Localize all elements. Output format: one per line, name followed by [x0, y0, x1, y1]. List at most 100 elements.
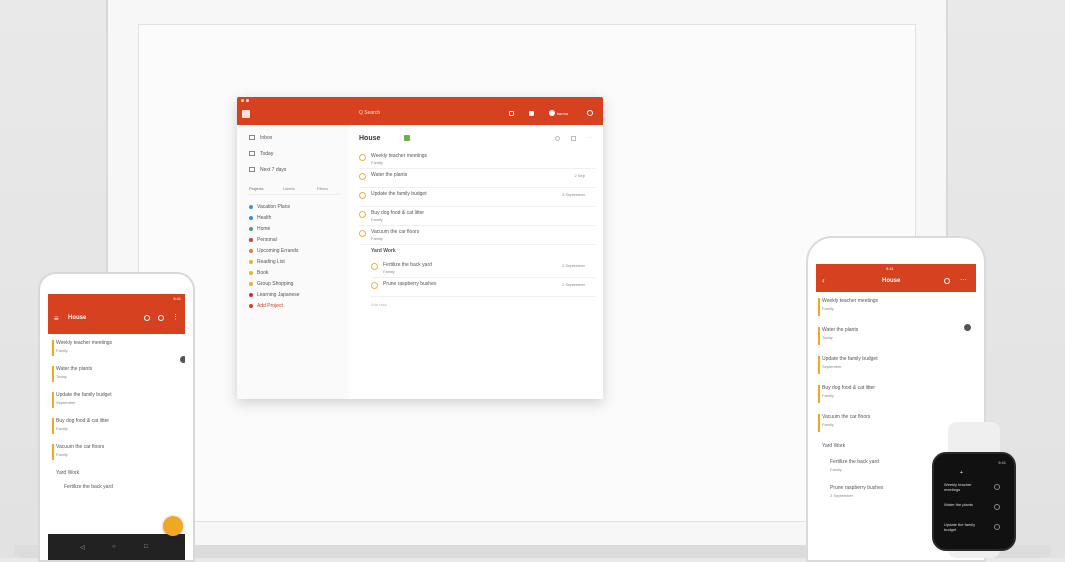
task-row[interactable]: Water the plants 2 Sep	[359, 172, 595, 188]
more-icon[interactable]: ⋮	[172, 314, 179, 321]
karma-icon[interactable]	[549, 110, 555, 116]
tab-projects[interactable]: Projects	[249, 186, 263, 191]
sidebar-tabs: Projects Labels Filters	[247, 185, 339, 195]
task-sub: Today	[822, 335, 833, 340]
hamburger-icon[interactable]: ≡	[54, 314, 59, 323]
task-sub: Family	[56, 452, 68, 457]
android-status-time: 9:41	[173, 296, 181, 301]
watch-task-title: Update the family budget	[944, 522, 976, 532]
comment-icon[interactable]	[555, 136, 560, 141]
comment-icon[interactable]	[944, 278, 950, 284]
task-checkbox[interactable]	[359, 154, 366, 161]
watch-task-row[interactable]: Update the family budget	[944, 522, 1006, 538]
watch-task-row[interactable]: Water the plants	[944, 502, 1006, 518]
more-icon[interactable]: ⋯	[960, 276, 967, 284]
sidebar-project-item[interactable]: Group Shopping	[249, 280, 341, 289]
sidebar-project-item[interactable]: Home	[249, 225, 341, 234]
task-title: Update the family budget	[822, 356, 878, 362]
task-row[interactable]: Update the family budget September	[818, 356, 972, 380]
task-row[interactable]: Weekly teacher meetings Family	[359, 153, 595, 169]
task-checkbox[interactable]	[359, 230, 366, 237]
karma-label: karma	[557, 111, 569, 116]
task-checkbox[interactable]	[371, 282, 378, 289]
task-priority-bar	[818, 327, 820, 345]
search-field[interactable]: Q Search	[359, 110, 380, 116]
home-icon[interactable]: ○	[112, 544, 116, 550]
task-title: Buy dog food & cat litter	[371, 210, 425, 216]
task-priority-bar	[818, 356, 820, 374]
back-icon[interactable]: ◁	[80, 544, 85, 551]
task-date: 2 September	[562, 263, 585, 268]
task-title[interactable]: Fertilize the back yard	[64, 484, 113, 490]
task-row[interactable]: Vacuum the car floors Family	[52, 444, 180, 464]
settings-icon[interactable]	[587, 110, 593, 116]
project-color-dot	[249, 249, 253, 253]
project-color-dot	[249, 205, 253, 209]
task-row[interactable]: Update the family budget 3 September	[359, 191, 595, 207]
bell-icon[interactable]	[529, 111, 534, 116]
more-icon[interactable]: ⋯	[587, 136, 592, 141]
tab-labels[interactable]: Labels	[283, 186, 295, 191]
task-sub: Family	[822, 306, 834, 311]
sidebar-project-item[interactable]: Vacation Plans	[249, 203, 341, 212]
task-row[interactable]: Vacuum the car floors Family	[359, 229, 595, 245]
watch-add-icon[interactable]: +	[960, 470, 963, 476]
task-checkbox[interactable]	[359, 211, 366, 218]
android-phone: 9:41 ≡ House ⋮ Weekly teacher meetings Fa…	[38, 272, 195, 562]
sidebar-item-label: Next 7 days	[260, 167, 287, 173]
sidebar-project-item[interactable]: Reading List	[249, 258, 341, 267]
task-row[interactable]: Weekly teacher meetings Family	[52, 340, 180, 360]
task-checkbox[interactable]	[359, 173, 366, 180]
task-checkbox[interactable]	[359, 192, 366, 199]
task-divider	[371, 296, 595, 297]
section-title: Yard Work	[56, 470, 80, 476]
watch-task-checkbox[interactable]	[994, 484, 1000, 490]
inbox-icon	[249, 135, 255, 140]
comment-icon[interactable]	[158, 315, 164, 321]
ios-title: House	[882, 278, 901, 284]
watch-task-checkbox[interactable]	[994, 504, 1000, 510]
person-icon[interactable]	[571, 136, 576, 141]
task-row[interactable]: Buy dog food & cat litter Family	[359, 210, 595, 226]
sidebar-project-item[interactable]: Upcoming Errands	[249, 247, 341, 256]
project-title: House	[359, 135, 381, 142]
task-title: Vacuum the car floors	[822, 414, 871, 420]
project-color-dot	[249, 271, 253, 275]
menu-icon[interactable]	[242, 110, 250, 118]
task-row[interactable]: Weekly teacher meetings Family	[818, 298, 972, 322]
add-task-link[interactable]: Add task	[371, 302, 387, 307]
task-row[interactable]: Update the family budget September	[52, 392, 180, 412]
task-row[interactable]: Prune raspberry bushes 2 September	[371, 281, 595, 297]
watch-task-checkbox[interactable]	[994, 524, 1000, 530]
sidebar-project-item[interactable]: Book	[249, 269, 341, 278]
recents-icon[interactable]: □	[144, 544, 148, 550]
window-dot[interactable]	[241, 99, 244, 102]
sidebar-project-item[interactable]: Learning Japanese	[249, 291, 341, 300]
back-chevron-icon[interactable]: ‹	[822, 277, 825, 285]
sidebar-project-label: Vacation Plans	[257, 204, 290, 210]
task-checkbox[interactable]	[371, 263, 378, 270]
task-title: Prune raspberry bushes	[383, 281, 437, 287]
sidebar-project-label: Learning Japanese	[257, 292, 300, 298]
task-row[interactable]: Water the plants Today	[818, 327, 972, 351]
task-row[interactable]: Fertilize the back yard Family 2 September	[371, 262, 595, 278]
task-title: Fertilize the back yard	[830, 459, 879, 465]
task-row[interactable]: Water the plants Today	[52, 366, 180, 386]
task-priority-bar	[818, 298, 820, 316]
watch-task-title: Water the plants	[944, 502, 973, 507]
window-dot[interactable]	[246, 99, 249, 102]
task-sub: September	[822, 364, 842, 369]
add-task-fab[interactable]	[163, 516, 183, 536]
task-priority-bar	[52, 366, 54, 382]
android-app-bar: 9:41 ≡ House ⋮	[48, 294, 185, 334]
add-icon[interactable]	[509, 111, 514, 116]
sidebar-project-item[interactable]: Add Project	[249, 302, 341, 311]
search-icon[interactable]	[144, 315, 150, 321]
sidebar-project-item[interactable]: Personal	[249, 236, 341, 245]
watch-task-row[interactable]: Weekly teacher meetings	[944, 482, 1006, 498]
task-row[interactable]: Buy dog food & cat litter Family	[52, 418, 180, 438]
sidebar-project-item[interactable]: Health	[249, 214, 341, 223]
tab-filters[interactable]: Filters	[317, 186, 328, 191]
android-nav-bar: ◁ ○ □	[48, 534, 185, 560]
task-row[interactable]: Buy dog food & cat litter Family	[818, 385, 972, 409]
